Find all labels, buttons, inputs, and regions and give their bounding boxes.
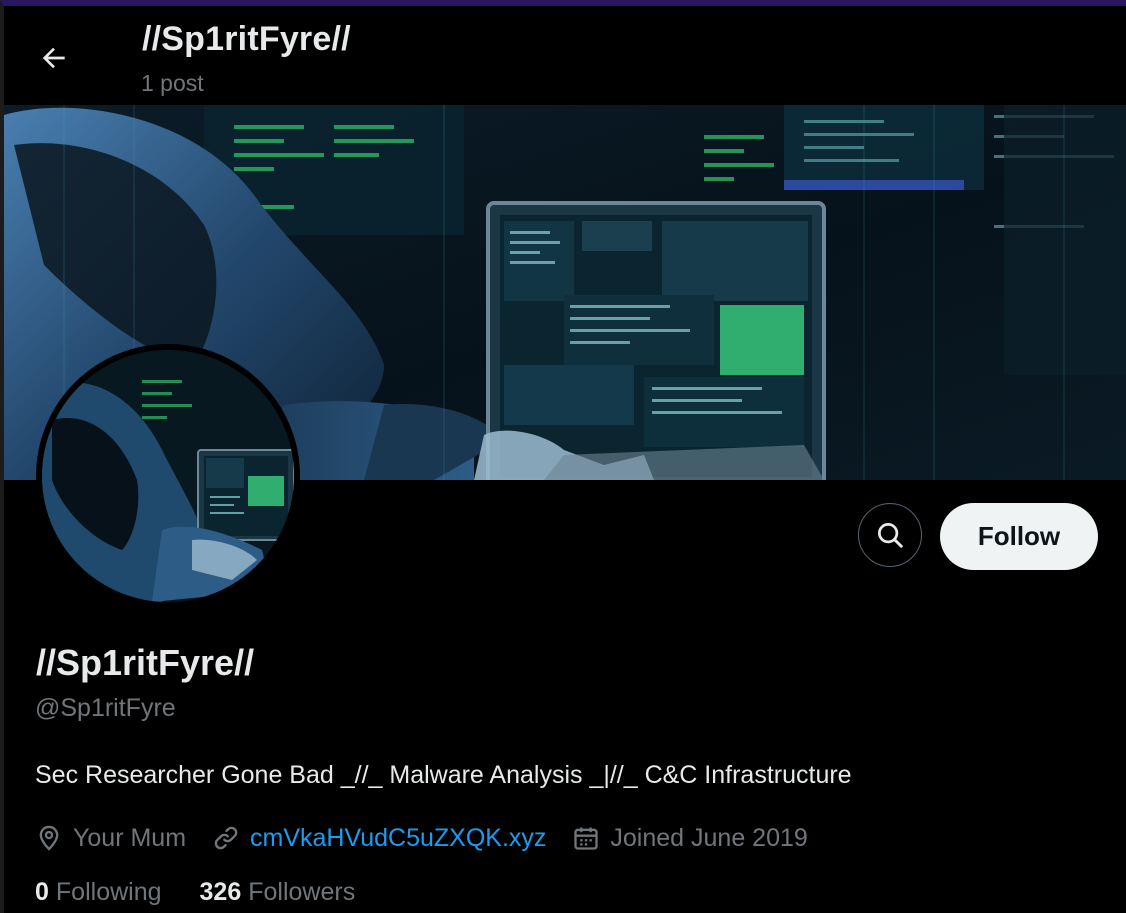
location-pin-icon xyxy=(39,825,59,851)
followers-link[interactable]: 326 Followers xyxy=(200,878,356,907)
followers-label: Followers xyxy=(248,878,356,906)
profile-bio: Sec Researcher Gone Bad _//_ Malware Ana… xyxy=(35,761,852,789)
profile-header: //Sp1ritFyre// 1 post xyxy=(4,6,1126,105)
following-link[interactable]: 0 Following xyxy=(35,878,162,907)
website-link[interactable]: cmVkaHVudC5uZXQK.xyz xyxy=(250,824,546,853)
profile-location: Your Mum xyxy=(35,824,186,853)
profile-meta: Your Mum cmVkaHVudC5uZXQK.xyz Joined Jun… xyxy=(35,818,834,858)
location-text: Your Mum xyxy=(73,823,187,852)
profile-display-name: //Sp1ritFyre// xyxy=(36,642,255,683)
following-count: 0 xyxy=(35,878,49,906)
search-icon xyxy=(878,523,903,548)
post-count: 1 post xyxy=(141,70,204,96)
profile-stats: 0 Following 326 Followers xyxy=(35,878,393,907)
joined-date: Joined June 2019 xyxy=(610,823,808,852)
profile-joined: Joined June 2019 xyxy=(572,823,808,853)
profile-handle: @Sp1ritFyre xyxy=(35,694,176,722)
avatar-image xyxy=(42,350,294,602)
profile-page: //Sp1ritFyre// 1 post Follow //Sp1ritFyr… xyxy=(0,0,1126,913)
link-icon xyxy=(214,826,238,850)
calendar-icon xyxy=(574,827,599,850)
following-label: Following xyxy=(55,878,162,906)
back-button[interactable] xyxy=(32,36,76,80)
follow-button[interactable]: Follow xyxy=(940,503,1098,570)
search-profile-button[interactable] xyxy=(858,503,922,567)
followers-count: 326 xyxy=(199,878,242,906)
header-title: //Sp1ritFyre// xyxy=(142,20,351,58)
arrow-left-icon xyxy=(42,47,65,69)
profile-website[interactable]: cmVkaHVudC5uZXQK.xyz xyxy=(212,824,546,853)
profile-avatar[interactable] xyxy=(36,344,300,608)
